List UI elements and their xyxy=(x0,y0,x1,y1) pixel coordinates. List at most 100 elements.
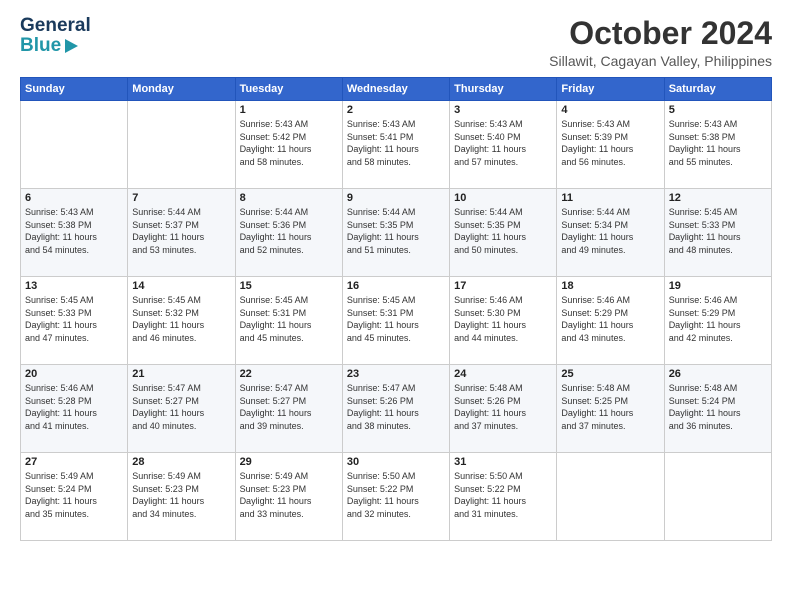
day-number: 23 xyxy=(347,368,445,380)
weekday-header-thursday: Thursday xyxy=(450,78,557,101)
day-detail: Sunrise: 5:44 AM Sunset: 5:34 PM Dayligh… xyxy=(561,206,659,256)
calendar-cell xyxy=(21,101,128,189)
day-detail: Sunrise: 5:43 AM Sunset: 5:40 PM Dayligh… xyxy=(454,118,552,168)
calendar-cell: 3 Sunrise: 5:43 AM Sunset: 5:40 PM Daylig… xyxy=(450,101,557,189)
day-number: 1 xyxy=(240,104,338,116)
day-number: 10 xyxy=(454,192,552,204)
day-detail: Sunrise: 5:45 AM Sunset: 5:33 PM Dayligh… xyxy=(669,206,767,256)
calendar-cell: 13Sunrise: 5:45 AM Sunset: 5:33 PM Dayli… xyxy=(21,277,128,365)
calendar-cell: 16 Sunrise: 5:45 AM Sunset: 5:31 PM Dayli… xyxy=(342,277,449,365)
calendar-week-row: 13Sunrise: 5:45 AM Sunset: 5:33 PM Dayli… xyxy=(21,277,772,365)
day-number: 31 xyxy=(454,456,552,468)
day-detail: Sunrise: 5:43 AM Sunset: 5:38 PM Dayligh… xyxy=(669,118,767,168)
calendar-cell: 26 Sunrise: 5:48 AM Sunset: 5:24 PM Dayli… xyxy=(664,365,771,453)
calendar-cell: 6Sunrise: 5:43 AM Sunset: 5:38 PM Daylig… xyxy=(21,189,128,277)
calendar-cell: 24 Sunrise: 5:48 AM Sunset: 5:26 PM Dayli… xyxy=(450,365,557,453)
calendar-cell: 20 Sunrise: 5:46 AM Sunset: 5:28 PM Dayli… xyxy=(21,365,128,453)
weekday-header-saturday: Saturday xyxy=(664,78,771,101)
weekday-header-friday: Friday xyxy=(557,78,664,101)
day-detail: Sunrise: 5:49 AM Sunset: 5:24 PM Dayligh… xyxy=(25,470,123,520)
day-detail: Sunrise: 5:48 AM Sunset: 5:25 PM Dayligh… xyxy=(561,382,659,432)
logo: General Blue xyxy=(20,16,91,56)
day-detail: Sunrise: 5:48 AM Sunset: 5:24 PM Dayligh… xyxy=(669,382,767,432)
calendar-cell xyxy=(557,453,664,541)
logo-general: General xyxy=(20,16,91,36)
calendar-cell: 28Sunrise: 5:49 AM Sunset: 5:23 PM Dayli… xyxy=(128,453,235,541)
day-detail: Sunrise: 5:46 AM Sunset: 5:28 PM Dayligh… xyxy=(25,382,123,432)
calendar-cell: 22Sunrise: 5:47 AM Sunset: 5:27 PM Dayli… xyxy=(235,365,342,453)
weekday-header-monday: Monday xyxy=(128,78,235,101)
day-number: 19 xyxy=(669,280,767,292)
calendar-week-row: 6Sunrise: 5:43 AM Sunset: 5:38 PM Daylig… xyxy=(21,189,772,277)
day-number: 26 xyxy=(669,368,767,380)
day-number: 13 xyxy=(25,280,123,292)
day-number: 20 xyxy=(25,368,123,380)
weekday-header-tuesday: Tuesday xyxy=(235,78,342,101)
logo-blue: Blue xyxy=(20,36,61,56)
calendar-cell: 7Sunrise: 5:44 AM Sunset: 5:37 PM Daylig… xyxy=(128,189,235,277)
weekday-header-wednesday: Wednesday xyxy=(342,78,449,101)
day-number: 25 xyxy=(561,368,659,380)
day-detail: Sunrise: 5:46 AM Sunset: 5:29 PM Dayligh… xyxy=(669,294,767,344)
day-number: 6 xyxy=(25,192,123,204)
day-detail: Sunrise: 5:45 AM Sunset: 5:31 PM Dayligh… xyxy=(240,294,338,344)
day-number: 4 xyxy=(561,104,659,116)
day-detail: Sunrise: 5:46 AM Sunset: 5:29 PM Dayligh… xyxy=(561,294,659,344)
day-detail: Sunrise: 5:50 AM Sunset: 5:22 PM Dayligh… xyxy=(454,470,552,520)
day-detail: Sunrise: 5:43 AM Sunset: 5:42 PM Dayligh… xyxy=(240,118,338,168)
calendar-cell: 12 Sunrise: 5:45 AM Sunset: 5:33 PM Dayli… xyxy=(664,189,771,277)
location: Sillawit, Cagayan Valley, Philippines xyxy=(549,53,772,69)
day-detail: Sunrise: 5:44 AM Sunset: 5:35 PM Dayligh… xyxy=(454,206,552,256)
calendar-cell: 30 Sunrise: 5:50 AM Sunset: 5:22 PM Dayli… xyxy=(342,453,449,541)
day-detail: Sunrise: 5:47 AM Sunset: 5:27 PM Dayligh… xyxy=(240,382,338,432)
day-detail: Sunrise: 5:50 AM Sunset: 5:22 PM Dayligh… xyxy=(347,470,445,520)
day-detail: Sunrise: 5:48 AM Sunset: 5:26 PM Dayligh… xyxy=(454,382,552,432)
calendar-cell: 14Sunrise: 5:45 AM Sunset: 5:32 PM Dayli… xyxy=(128,277,235,365)
calendar-cell xyxy=(664,453,771,541)
day-detail: Sunrise: 5:49 AM Sunset: 5:23 PM Dayligh… xyxy=(132,470,230,520)
calendar-week-row: 20 Sunrise: 5:46 AM Sunset: 5:28 PM Dayli… xyxy=(21,365,772,453)
day-number: 9 xyxy=(347,192,445,204)
day-number: 11 xyxy=(561,192,659,204)
day-detail: Sunrise: 5:47 AM Sunset: 5:27 PM Dayligh… xyxy=(132,382,230,432)
day-number: 16 xyxy=(347,280,445,292)
calendar-week-row: 1 Sunrise: 5:43 AM Sunset: 5:42 PM Daylig… xyxy=(21,101,772,189)
calendar-week-row: 27 Sunrise: 5:49 AM Sunset: 5:24 PM Dayli… xyxy=(21,453,772,541)
calendar-cell: 1 Sunrise: 5:43 AM Sunset: 5:42 PM Daylig… xyxy=(235,101,342,189)
calendar-cell: 5 Sunrise: 5:43 AM Sunset: 5:38 PM Daylig… xyxy=(664,101,771,189)
month-title: October 2024 xyxy=(549,16,772,51)
day-number: 5 xyxy=(669,104,767,116)
calendar-cell: 31 Sunrise: 5:50 AM Sunset: 5:22 PM Dayli… xyxy=(450,453,557,541)
day-number: 27 xyxy=(25,456,123,468)
page: General Blue October 2024 Sillawit, Caga… xyxy=(0,0,792,551)
logo-icon: General Blue xyxy=(20,16,91,56)
calendar-cell: 8Sunrise: 5:44 AM Sunset: 5:36 PM Daylig… xyxy=(235,189,342,277)
calendar-cell: 11 Sunrise: 5:44 AM Sunset: 5:34 PM Dayli… xyxy=(557,189,664,277)
weekday-header-sunday: Sunday xyxy=(21,78,128,101)
day-detail: Sunrise: 5:44 AM Sunset: 5:35 PM Dayligh… xyxy=(347,206,445,256)
day-number: 30 xyxy=(347,456,445,468)
calendar-cell: 21 Sunrise: 5:47 AM Sunset: 5:27 PM Dayli… xyxy=(128,365,235,453)
day-number: 3 xyxy=(454,104,552,116)
calendar-table: SundayMondayTuesdayWednesdayThursdayFrid… xyxy=(20,77,772,541)
calendar-cell: 18 Sunrise: 5:46 AM Sunset: 5:29 PM Dayli… xyxy=(557,277,664,365)
logo-arrow-icon xyxy=(65,39,78,53)
day-detail: Sunrise: 5:46 AM Sunset: 5:30 PM Dayligh… xyxy=(454,294,552,344)
day-number: 24 xyxy=(454,368,552,380)
day-detail: Sunrise: 5:49 AM Sunset: 5:23 PM Dayligh… xyxy=(240,470,338,520)
logo-text: General Blue xyxy=(20,16,91,56)
day-number: 12 xyxy=(669,192,767,204)
day-detail: Sunrise: 5:45 AM Sunset: 5:31 PM Dayligh… xyxy=(347,294,445,344)
calendar-cell: 15Sunrise: 5:45 AM Sunset: 5:31 PM Dayli… xyxy=(235,277,342,365)
day-detail: Sunrise: 5:43 AM Sunset: 5:39 PM Dayligh… xyxy=(561,118,659,168)
calendar-cell: 19 Sunrise: 5:46 AM Sunset: 5:29 PM Dayli… xyxy=(664,277,771,365)
day-number: 18 xyxy=(561,280,659,292)
calendar-cell: 10 Sunrise: 5:44 AM Sunset: 5:35 PM Dayli… xyxy=(450,189,557,277)
day-number: 21 xyxy=(132,368,230,380)
header: General Blue October 2024 Sillawit, Caga… xyxy=(20,16,772,69)
calendar-cell: 4 Sunrise: 5:43 AM Sunset: 5:39 PM Daylig… xyxy=(557,101,664,189)
title-area: October 2024 Sillawit, Cagayan Valley, P… xyxy=(549,16,772,69)
day-detail: Sunrise: 5:45 AM Sunset: 5:32 PM Dayligh… xyxy=(132,294,230,344)
day-detail: Sunrise: 5:43 AM Sunset: 5:41 PM Dayligh… xyxy=(347,118,445,168)
calendar-cell: 17Sunrise: 5:46 AM Sunset: 5:30 PM Dayli… xyxy=(450,277,557,365)
